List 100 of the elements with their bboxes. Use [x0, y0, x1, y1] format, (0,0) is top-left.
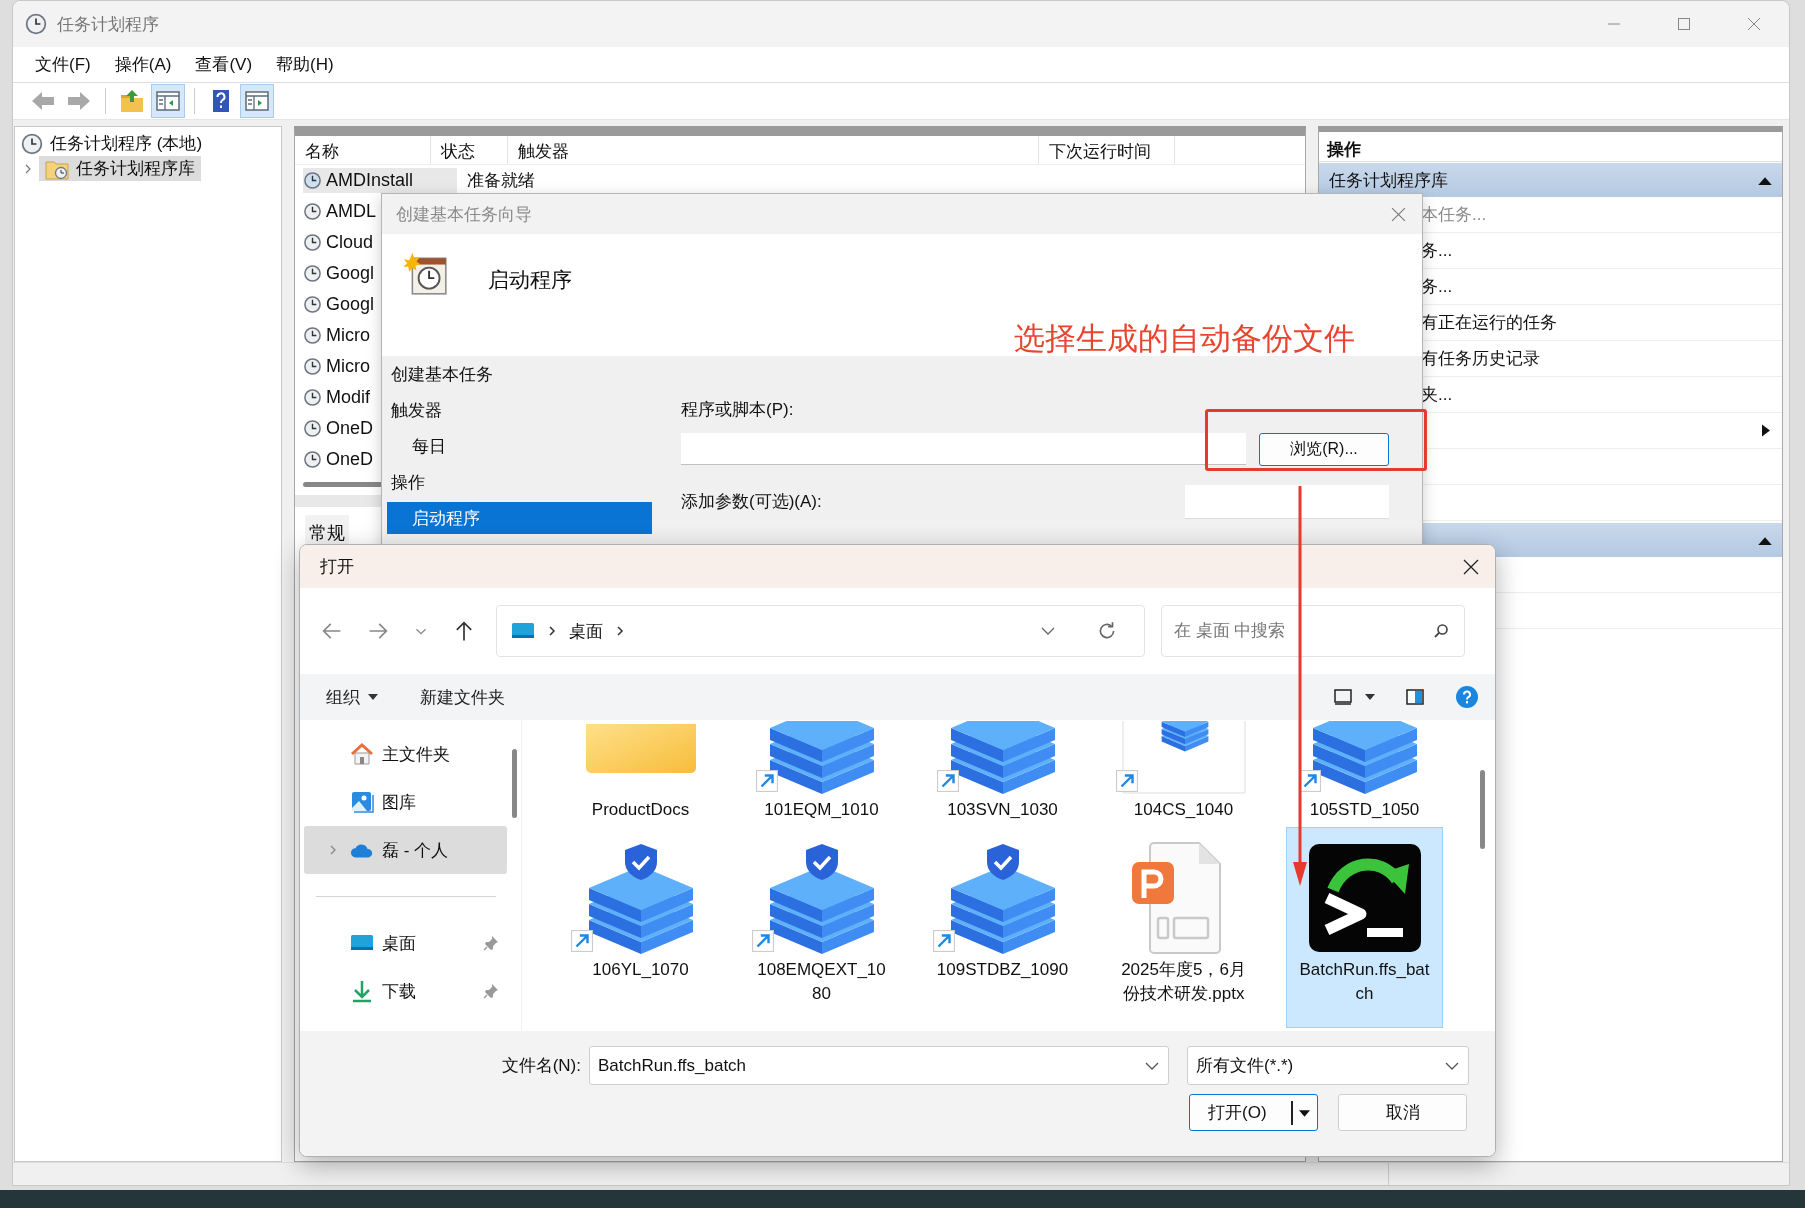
actions-title: 操作 — [1319, 132, 1782, 162]
search-field[interactable]: 在 桌面 中搜索 — [1161, 605, 1465, 657]
column-header[interactable]: 触发器 — [508, 136, 1039, 164]
preview-pane-icon[interactable] — [1405, 687, 1425, 707]
collapse-triangle-icon[interactable] — [1758, 535, 1772, 545]
task-name-cell[interactable]: Googl — [303, 292, 457, 317]
new-folder-button[interactable]: 新建文件夹 — [414, 681, 511, 713]
file-item[interactable]: 104CS_1040 — [1105, 720, 1262, 827]
chevron-down-icon[interactable] — [1040, 626, 1056, 636]
column-header[interactable]: 名称 — [295, 136, 431, 164]
wizard-step[interactable]: 触发器 — [387, 392, 652, 428]
address-bar[interactable]: 桌面 — [496, 605, 1145, 657]
file-item[interactable]: 2025年度5，6月份技术研发.pptx — [1105, 827, 1262, 1028]
column-header[interactable]: 状态 — [431, 136, 508, 164]
column-header[interactable]: 下次运行时间 — [1039, 136, 1175, 164]
file-item[interactable]: 105STD_1050 — [1286, 720, 1443, 827]
menu-item[interactable]: 帮助(H) — [266, 50, 344, 79]
section-header[interactable]: 任务计划程序库 — [1319, 163, 1782, 197]
file-item[interactable]: 101EQM_1010 — [743, 720, 900, 827]
folder-icon — [585, 724, 696, 774]
dialog-title: 打开 — [320, 556, 354, 578]
task-status-cell-text: 准备就绪 — [467, 170, 535, 192]
help-icon[interactable] — [1455, 685, 1479, 709]
wizard-heading: 启动程序 — [488, 267, 572, 293]
task-name-cell[interactable]: AMDInstall — [303, 168, 457, 193]
maximize-icon[interactable] — [1677, 17, 1691, 31]
organize-menu-button[interactable]: 组织 — [320, 681, 384, 713]
wizard-step[interactable]: 启动程序 — [387, 502, 652, 534]
chevron-icon[interactable] — [615, 625, 625, 637]
clock-icon — [303, 419, 322, 438]
browse-button[interactable]: 浏览(R)... — [1259, 433, 1389, 466]
menu-item[interactable]: 操作(A) — [104, 50, 182, 79]
file-item[interactable]: 106YL_1070 — [562, 827, 719, 1028]
chevron-icon[interactable] — [547, 625, 557, 637]
tree-item[interactable]: 任务计划程序 (本地) — [15, 131, 209, 156]
close-icon[interactable] — [1463, 558, 1479, 575]
open-button[interactable]: 打开(O) — [1189, 1094, 1318, 1131]
menu-item[interactable]: 查看(V) — [185, 50, 263, 79]
caret-icon[interactable] — [1299, 1110, 1310, 1117]
collapse-triangle-icon[interactable] — [1758, 175, 1772, 185]
chevron-down-icon[interactable] — [1144, 1060, 1160, 1071]
file-item[interactable]: 109STDBZ_1090 — [924, 827, 1081, 1028]
submenu-triangle-icon[interactable] — [1762, 424, 1770, 437]
arguments-label: 添加参数(可选)(A): — [681, 492, 822, 512]
action-item[interactable]: 夹... — [1421, 383, 1453, 406]
file-name-field[interactable]: BatchRun.ffs_batch — [589, 1046, 1169, 1085]
breadcrumb-item[interactable]: 桌面 — [569, 619, 603, 643]
program-input-field[interactable] — [681, 433, 1246, 465]
download-icon — [350, 979, 374, 1003]
clock-icon — [303, 202, 322, 221]
clock-icon — [303, 357, 322, 376]
wizard-step[interactable]: 操作 — [387, 464, 652, 500]
wizard-step[interactable]: 每日 — [387, 428, 652, 464]
nav-pane-item[interactable]: 磊 - 个人 — [304, 826, 507, 874]
clock-icon — [25, 13, 47, 35]
nav-pane-item[interactable]: 桌面 — [304, 919, 507, 967]
caret-icon[interactable] — [368, 694, 378, 700]
dialog-title: 创建基本任务向导 — [396, 203, 532, 226]
view-icon[interactable] — [1333, 687, 1353, 707]
scheduled-task-icon — [404, 252, 450, 298]
cancel-button[interactable]: 取消 — [1338, 1094, 1467, 1131]
annotation-text: 选择生成的自动备份文件 — [1014, 320, 1355, 358]
clock-icon — [303, 295, 322, 314]
program-label: 程序或脚本(P): — [681, 400, 795, 420]
search-icon[interactable] — [1433, 623, 1449, 639]
tree-item[interactable]: 任务计划程序库 — [39, 156, 201, 181]
pin-icon[interactable] — [483, 983, 499, 999]
arguments-input-field[interactable] — [1185, 485, 1389, 519]
menu-item[interactable]: 文件(F) — [25, 50, 101, 79]
action-pane-icon[interactable] — [241, 85, 273, 117]
wizard-step[interactable]: 创建基本任务 — [387, 356, 652, 392]
file-item[interactable]: ProductDocs — [562, 720, 719, 827]
nav-pane-item[interactable]: 下载 — [304, 967, 507, 1015]
caret-icon[interactable] — [1365, 694, 1375, 700]
action-item[interactable]: 有正在运行的任务 — [1421, 311, 1557, 334]
clock-icon — [303, 450, 322, 469]
nav-pane-item[interactable]: 图库 — [304, 778, 507, 826]
task-name-cell[interactable]: Cloud — [303, 230, 457, 255]
task-name-cell[interactable]: Micro — [303, 323, 457, 348]
window-title: 任务计划程序 — [57, 13, 159, 36]
clock-icon — [303, 326, 322, 345]
file-item[interactable]: 108EMQEXT_1080 — [743, 827, 900, 1028]
action-item[interactable]: 务... — [1421, 275, 1453, 298]
action-item[interactable]: 有任务历史记录 — [1421, 347, 1540, 370]
nav-pane-item[interactable]: 主文件夹 — [304, 730, 507, 778]
file-type-dropdown[interactable]: 所有文件(*.*) — [1187, 1046, 1469, 1085]
desktop-icon — [511, 622, 535, 640]
clock-icon — [303, 264, 322, 283]
section-title: 任务计划程序库 — [1329, 169, 1448, 192]
clock-icon — [21, 132, 43, 155]
file-name-label: 文件名(N): — [501, 1055, 581, 1077]
chevron-down-icon[interactable] — [1444, 1060, 1460, 1071]
tree-pane-icon[interactable] — [152, 85, 184, 117]
action-item[interactable]: 务... — [1421, 239, 1453, 262]
task-name-cell[interactable]: Googl — [303, 261, 457, 286]
file-item[interactable]: BatchRun.ffs_batch — [1286, 827, 1443, 1028]
clock-icon — [303, 233, 322, 252]
clock-icon — [303, 388, 322, 407]
pin-icon[interactable] — [483, 935, 499, 951]
file-item[interactable]: 103SVN_1030 — [924, 720, 1081, 827]
